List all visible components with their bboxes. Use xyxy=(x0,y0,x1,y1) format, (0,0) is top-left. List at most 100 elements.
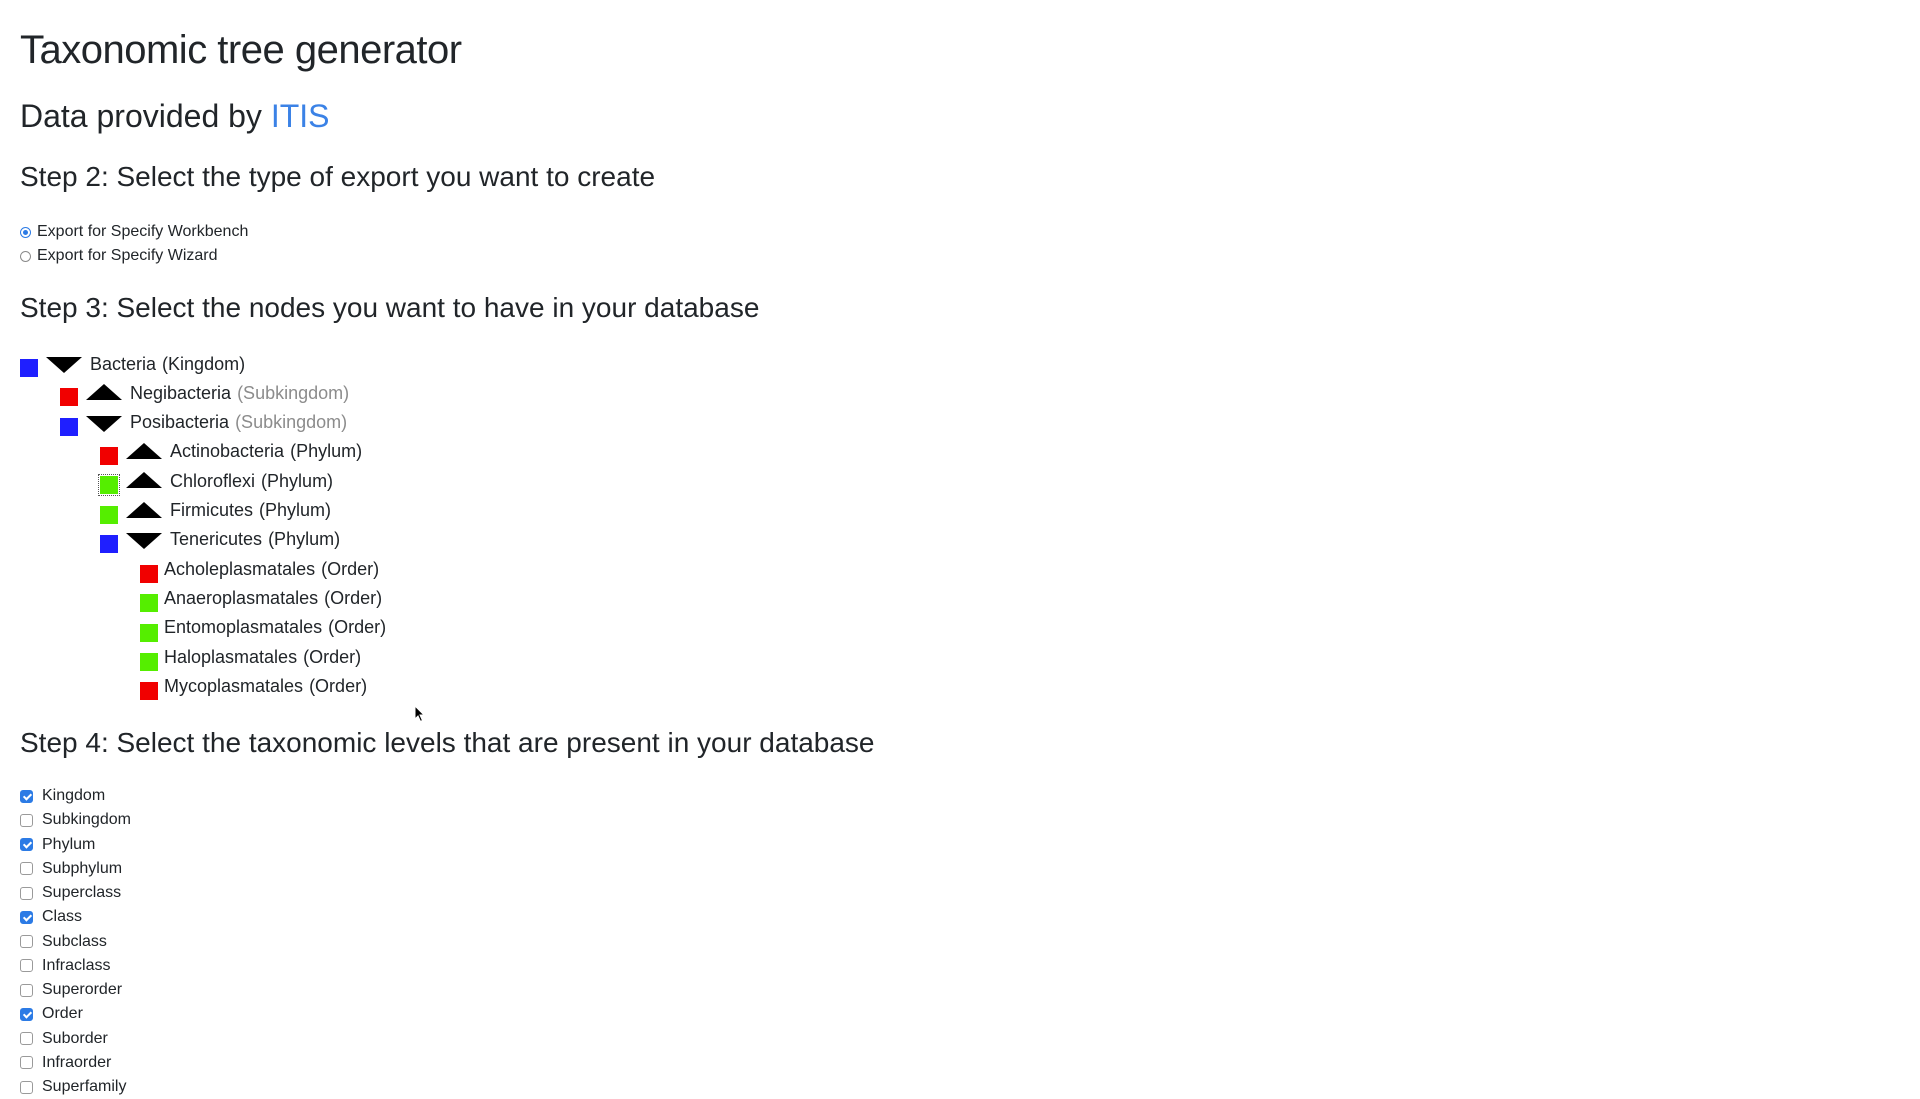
level-option-kingdom[interactable]: Kingdom xyxy=(20,784,131,808)
export-workbench-option[interactable]: Export for Specify Workbench xyxy=(20,220,248,244)
node-select-toggle[interactable] xyxy=(98,474,120,497)
step2-heading: Step 2: Select the type of export you wa… xyxy=(20,161,656,192)
node-name: Firmicutes xyxy=(170,500,254,520)
mouse-cursor-icon xyxy=(414,705,426,723)
level-label: Phylum xyxy=(42,835,96,853)
node-rank: (Order) xyxy=(324,587,383,608)
tree-node-entomoplasmatales: Entomoplasmatales (Order) xyxy=(140,614,386,642)
level-checkbox[interactable] xyxy=(20,1032,33,1046)
node-rank: (Phylum) xyxy=(290,441,363,462)
level-checkbox[interactable] xyxy=(20,959,33,973)
node-name: Entomoplasmatales xyxy=(164,617,323,638)
level-checkbox[interactable] xyxy=(20,1056,33,1070)
tree-node-firmicutes: Firmicutes (Phylum) xyxy=(100,497,331,525)
node-rank: (Order) xyxy=(303,646,362,667)
export-workbench-label: Export for Specify Workbench xyxy=(37,223,249,240)
tree-node-bacteria: Bacteria (Kingdom) xyxy=(20,350,245,378)
export-type-radio-group: Export for Specify Workbench Export for … xyxy=(20,220,248,268)
level-option-subclass[interactable]: Subclass xyxy=(20,930,131,954)
level-option-class[interactable]: Class xyxy=(20,905,131,929)
level-option-suborder[interactable]: Suborder xyxy=(20,1027,131,1051)
level-option-subkingdom[interactable]: Subkingdom xyxy=(20,808,131,832)
level-label: Subphylum xyxy=(42,859,123,877)
node-select-toggle[interactable] xyxy=(140,594,158,613)
step3-heading: Step 3: Select the nodes you want to hav… xyxy=(20,292,760,323)
tree-node-anaeroplasmatales: Anaeroplasmatales (Order) xyxy=(140,584,383,613)
node-name: Chloroflexi xyxy=(170,470,256,491)
node-name: Anaeroplasmatales xyxy=(164,587,319,608)
tree-node-posibacteria: Posibacteria (Subkingdom) xyxy=(60,409,347,437)
node-rank: (Order) xyxy=(328,617,387,638)
node-select-toggle[interactable] xyxy=(60,417,78,436)
collapse-arrow-icon[interactable] xyxy=(86,412,122,434)
level-label: Infraorder xyxy=(42,1053,112,1071)
step4-heading: Step 4: Select the taxonomic levels that… xyxy=(20,727,875,758)
node-name: Bacteria xyxy=(90,353,157,374)
node-rank: (Phylum) xyxy=(261,470,334,491)
tree-node-acholeplasmatales: Acholeplasmatales (Order) xyxy=(140,555,380,584)
node-name: Mycoplasmatales xyxy=(164,675,304,696)
expand-arrow-icon[interactable] xyxy=(126,441,162,463)
level-label: Subkingdom xyxy=(42,811,131,829)
itis-link[interactable]: ITIS xyxy=(271,98,330,134)
node-select-toggle[interactable] xyxy=(140,623,158,642)
level-checkbox[interactable] xyxy=(20,789,33,803)
collapse-arrow-icon[interactable] xyxy=(46,353,82,375)
node-name: Actinobacteria xyxy=(170,441,285,462)
data-provider-heading: Data provided by ITIS xyxy=(20,98,329,135)
level-checkbox[interactable] xyxy=(20,1007,33,1021)
node-select-toggle[interactable] xyxy=(60,388,78,407)
node-rank: (Subkingdom) xyxy=(237,382,350,403)
node-name: Acholeplasmatales xyxy=(164,558,316,579)
level-option-subphylum[interactable]: Subphylum xyxy=(20,857,131,881)
node-select-toggle[interactable] xyxy=(140,565,158,584)
expand-arrow-icon[interactable] xyxy=(126,470,162,492)
level-option-superclass[interactable]: Superclass xyxy=(20,881,131,905)
level-label: Superclass xyxy=(42,884,122,902)
level-checkbox[interactable] xyxy=(20,813,33,827)
export-wizard-option[interactable]: Export for Specify Wizard xyxy=(20,244,248,268)
level-label: Infraclass xyxy=(42,956,111,974)
node-select-toggle[interactable] xyxy=(100,446,118,465)
export-wizard-radio[interactable] xyxy=(20,250,31,262)
node-select-toggle[interactable] xyxy=(100,505,118,524)
node-rank: (Phylum) xyxy=(259,500,332,520)
level-label: Kingdom xyxy=(42,787,106,805)
level-option-superorder[interactable]: Superorder xyxy=(20,978,131,1002)
taxonomic-levels-list: Kingdom Subkingdom Phylum Subphylum Supercla… xyxy=(20,784,131,1099)
node-select-toggle[interactable] xyxy=(140,653,158,671)
node-rank: (Kingdom) xyxy=(162,353,246,374)
export-workbench-radio[interactable] xyxy=(20,226,31,238)
node-select-toggle[interactable] xyxy=(140,682,158,701)
level-option-superfamily[interactable]: Superfamily xyxy=(20,1075,131,1099)
level-option-infraclass[interactable]: Infraclass xyxy=(20,954,131,978)
level-checkbox[interactable] xyxy=(20,1080,33,1094)
level-checkbox[interactable] xyxy=(20,935,33,949)
node-name: Haloplasmatales xyxy=(164,646,298,667)
data-provider-prefix: Data provided by xyxy=(20,98,262,134)
node-select-toggle[interactable] xyxy=(100,534,118,553)
collapse-arrow-icon[interactable] xyxy=(126,529,162,551)
level-checkbox[interactable] xyxy=(20,862,33,876)
tree-node-negibacteria: Negibacteria (Subkingdom) xyxy=(60,379,349,407)
page-title: Taxonomic tree generator xyxy=(20,28,462,72)
tree-node-haloplasmatales: Haloplasmatales (Order) xyxy=(140,643,361,671)
expand-arrow-icon[interactable] xyxy=(126,500,162,522)
level-option-order[interactable]: Order xyxy=(20,1002,131,1026)
level-checkbox[interactable] xyxy=(20,886,33,900)
node-name: Tenericutes xyxy=(170,529,263,550)
level-option-infraorder[interactable]: Infraorder xyxy=(20,1051,131,1075)
node-name: Negibacteria xyxy=(130,382,232,403)
level-option-phylum[interactable]: Phylum xyxy=(20,833,131,857)
expand-arrow-icon[interactable] xyxy=(86,382,122,404)
level-checkbox[interactable] xyxy=(20,910,33,924)
level-label: Suborder xyxy=(42,1029,108,1047)
level-checkbox[interactable] xyxy=(20,983,33,997)
node-rank: (Order) xyxy=(321,558,380,579)
export-wizard-label: Export for Specify Wizard xyxy=(37,247,218,264)
level-label: Class xyxy=(42,908,83,926)
node-select-toggle[interactable] xyxy=(20,359,38,377)
level-label: Superfamily xyxy=(42,1078,127,1096)
node-name: Posibacteria xyxy=(130,412,230,433)
level-checkbox[interactable] xyxy=(20,838,33,852)
